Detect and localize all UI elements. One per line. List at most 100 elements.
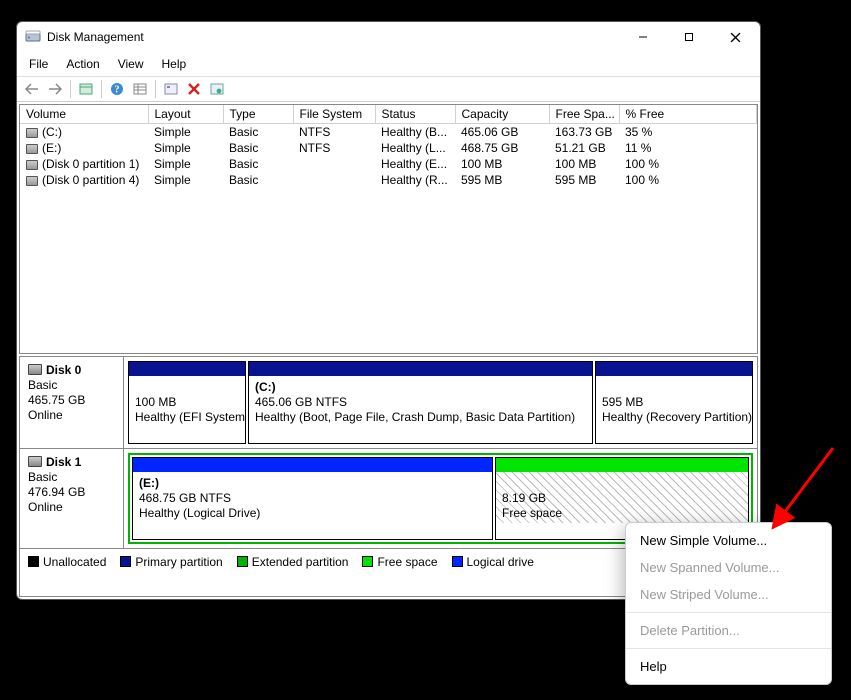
vol-pct: 35 %	[619, 124, 757, 141]
partition-size: 465.06 GB NTFS	[255, 395, 347, 409]
disk0-status: Online	[28, 408, 63, 422]
svg-text:?: ?	[115, 85, 120, 96]
vol-fs	[293, 172, 375, 188]
vol-layout: Simple	[148, 156, 223, 172]
ctx-new-simple-volume[interactable]: New Simple Volume...	[626, 527, 831, 554]
properties-button[interactable]	[206, 79, 228, 99]
menu-file[interactable]: File	[21, 54, 56, 74]
col-capacity[interactable]: Capacity	[455, 105, 549, 124]
partition-status: Healthy (EFI System	[135, 410, 245, 424]
column-header-row[interactable]: Volume Layout Type File System Status Ca…	[20, 105, 757, 124]
partition-size: 8.19 GB	[502, 491, 546, 505]
legend-primary: Primary partition	[135, 555, 222, 569]
disk1-type: Basic	[28, 470, 57, 484]
vol-type: Basic	[223, 124, 293, 141]
col-status[interactable]: Status	[375, 105, 455, 124]
vol-name: (Disk 0 partition 1)	[42, 157, 139, 171]
toolbar-separator	[155, 80, 156, 98]
col-type[interactable]: Type	[223, 105, 293, 124]
disk0-name: Disk 0	[46, 363, 81, 377]
menubar: File Action View Help	[17, 52, 760, 76]
vol-free: 51.21 GB	[549, 140, 619, 156]
vol-free: 163.73 GB	[549, 124, 619, 141]
legend-extended: Extended partition	[252, 555, 349, 569]
partition-size: 595 MB	[602, 395, 643, 409]
table-row[interactable]: (Disk 0 partition 4)SimpleBasicHealthy (…	[20, 172, 757, 188]
help-button[interactable]: ?	[106, 79, 128, 99]
volume-list[interactable]: Volume Layout Type File System Status Ca…	[19, 104, 758, 354]
disk-icon	[28, 456, 42, 467]
refresh-button[interactable]	[75, 79, 97, 99]
table-row[interactable]: (Disk 0 partition 1)SimpleBasicHealthy (…	[20, 156, 757, 172]
vol-cap: 100 MB	[455, 156, 549, 172]
disk1-info[interactable]: Disk 1 Basic 476.94 GB Online	[20, 449, 124, 548]
maximize-button[interactable]	[666, 23, 712, 51]
vol-fs	[293, 156, 375, 172]
disk0-partition-1[interactable]: 100 MB Healthy (EFI System	[128, 361, 246, 444]
ctx-new-spanned-volume: New Spanned Volume...	[626, 554, 831, 581]
vol-pct: 11 %	[619, 140, 757, 156]
minimize-button[interactable]	[620, 23, 666, 51]
partition-size: 100 MB	[135, 395, 176, 409]
grid-button[interactable]	[129, 79, 151, 99]
disk-management-window: Disk Management File Action View Help ?	[16, 21, 761, 600]
table-row[interactable]: (C:)SimpleBasicNTFSHealthy (B...465.06 G…	[20, 124, 757, 141]
vol-cap: 468.75 GB	[455, 140, 549, 156]
disk0-info[interactable]: Disk 0 Basic 465.75 GB Online	[20, 357, 124, 448]
ctx-help[interactable]: Help	[626, 653, 831, 680]
table-row[interactable]: (E:) SimpleBasicNTFSHealthy (L...468.75 G…	[20, 140, 757, 156]
vol-pct: 100 %	[619, 156, 757, 172]
disk0-type: Basic	[28, 378, 57, 392]
delete-button[interactable]	[183, 79, 205, 99]
legend-free: Free space	[377, 555, 437, 569]
forward-button[interactable]	[44, 79, 66, 99]
titlebar: Disk Management	[17, 22, 760, 52]
menu-view[interactable]: View	[110, 54, 152, 74]
close-button[interactable]	[712, 23, 758, 51]
vol-name: (E:)	[42, 141, 61, 155]
vol-status: Healthy (E...	[375, 156, 455, 172]
disk1-size: 476.94 GB	[28, 485, 85, 499]
vol-status: Healthy (L...	[375, 140, 455, 156]
ctx-new-striped-volume: New Striped Volume...	[626, 581, 831, 608]
vol-name: (Disk 0 partition 4)	[42, 173, 139, 187]
col-filesystem[interactable]: File System	[293, 105, 375, 124]
vol-status: Healthy (B...	[375, 124, 455, 141]
disk1-name: Disk 1	[46, 455, 81, 469]
legend-unallocated: Unallocated	[43, 555, 106, 569]
ctx-separator	[626, 612, 831, 613]
vol-type: Basic	[223, 172, 293, 188]
ctx-separator	[626, 648, 831, 649]
action-prop-button[interactable]	[160, 79, 182, 99]
vol-layout: Simple	[148, 140, 223, 156]
partition-size: 468.75 GB NTFS	[139, 491, 231, 505]
disk1-partition-e[interactable]: (E:) 468.75 GB NTFS Healthy (Logical Dri…	[132, 457, 493, 540]
disk1-status: Online	[28, 500, 63, 514]
vol-type: Basic	[223, 140, 293, 156]
menu-help[interactable]: Help	[154, 54, 195, 74]
col-pctfree[interactable]: % Free	[619, 105, 757, 124]
col-layout[interactable]: Layout	[148, 105, 223, 124]
drive-icon	[26, 144, 38, 154]
col-free[interactable]: Free Spa...	[549, 105, 619, 124]
vol-free: 595 MB	[549, 172, 619, 188]
drive-icon	[26, 176, 38, 186]
vol-fs: NTFS	[293, 140, 375, 156]
context-menu: New Simple Volume... New Spanned Volume.…	[625, 522, 832, 685]
vol-free: 100 MB	[549, 156, 619, 172]
back-button[interactable]	[21, 79, 43, 99]
partition-label: (E:)	[139, 476, 159, 490]
partition-label: (C:)	[255, 380, 276, 394]
disk0-partition-4[interactable]: 595 MB Healthy (Recovery Partition)	[595, 361, 753, 444]
vol-layout: Simple	[148, 172, 223, 188]
partition-status: Free space	[502, 506, 562, 520]
vol-name: (C:)	[42, 125, 62, 139]
disk-icon	[28, 364, 42, 375]
toolbar-separator	[70, 80, 71, 98]
col-volume[interactable]: Volume	[20, 105, 148, 124]
disk0-partition-c[interactable]: (C:) 465.06 GB NTFS Healthy (Boot, Page …	[248, 361, 593, 444]
partition-status: Healthy (Boot, Page File, Crash Dump, Ba…	[255, 410, 575, 424]
menu-action[interactable]: Action	[58, 54, 107, 74]
vol-cap: 595 MB	[455, 172, 549, 188]
legend-logical: Logical drive	[467, 555, 534, 569]
